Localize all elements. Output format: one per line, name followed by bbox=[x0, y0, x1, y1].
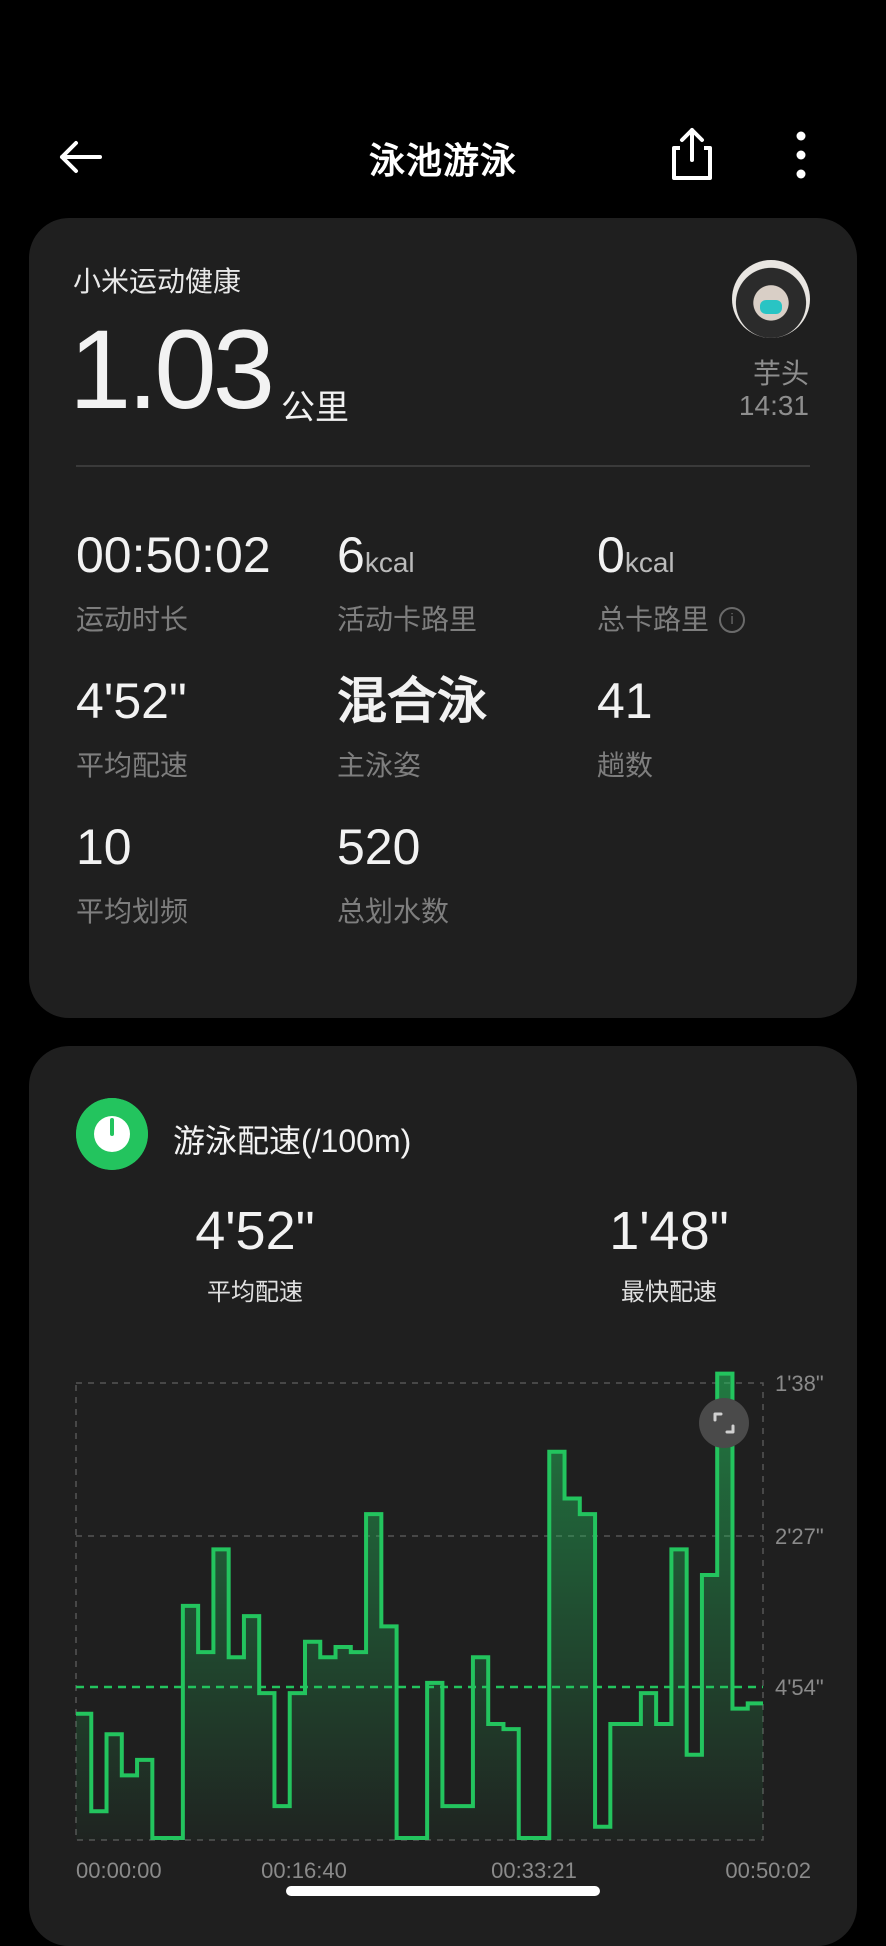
stat-label: 总划水数 bbox=[337, 896, 450, 927]
stat-active-calories: 6kcal 活动卡路里 bbox=[337, 530, 477, 638]
y-tick-label: 4'54" bbox=[775, 1675, 824, 1700]
stat-unit: kcal bbox=[364, 547, 415, 578]
stat-label: 主泳姿 bbox=[337, 750, 422, 781]
x-tick-label: 00:16:40 bbox=[261, 1858, 347, 1883]
top-app-bar: 泳池游泳 bbox=[0, 0, 886, 210]
stat-value: 4'52" bbox=[76, 673, 187, 729]
home-indicator bbox=[286, 1886, 600, 1896]
distance-unit: 公里 bbox=[281, 389, 349, 427]
share-icon[interactable] bbox=[668, 126, 716, 182]
divider bbox=[76, 465, 810, 467]
swim-pace-card: 游泳配速(/100m) 4'52" 平均配速 1'48" 最快配速 1'38" 2… bbox=[29, 1046, 857, 1946]
workout-summary-card: 小米运动健康 1.03 公里 芋头 14:31 00:50:02 运动时长 6k… bbox=[29, 218, 857, 1018]
x-tick-label: 00:33:21 bbox=[491, 1858, 577, 1883]
pace-area bbox=[76, 1373, 763, 1840]
avatar[interactable] bbox=[732, 260, 810, 338]
x-tick-label: 00:00:00 bbox=[76, 1858, 162, 1883]
stat-label: 趟数 bbox=[597, 750, 654, 781]
stat-main-stroke: 混合泳 主泳姿 bbox=[337, 676, 487, 784]
y-tick-label: 2'27" bbox=[775, 1524, 824, 1549]
stat-label: 平均划频 bbox=[76, 896, 189, 927]
expand-icon bbox=[713, 1412, 735, 1434]
stat-total-calories: 0kcal 总卡路里 i bbox=[597, 527, 746, 638]
expand-chart-button[interactable] bbox=[699, 1398, 749, 1448]
info-icon[interactable]: i bbox=[719, 606, 746, 633]
stat-avg-stroke-rate: 10 平均划频 bbox=[76, 822, 188, 930]
stat-value: 10 bbox=[76, 819, 132, 875]
stat-value: 41 bbox=[597, 673, 653, 729]
stat-value: 0 bbox=[597, 527, 625, 583]
stat-laps: 41 趟数 bbox=[597, 676, 653, 784]
pace-chart[interactable]: 1'38" 2'27" 4'54" 00:00:00 00:16:40 00:33:21 0… bbox=[29, 1046, 857, 1946]
stat-label: 活动卡路里 bbox=[337, 604, 478, 635]
distance-value: 1.03 bbox=[69, 307, 275, 432]
stat-avg-pace: 4'52" 平均配速 bbox=[76, 676, 188, 784]
stat-unit: kcal bbox=[624, 547, 675, 578]
y-tick-label: 1'38" bbox=[775, 1371, 824, 1396]
stat-value: 混合泳 bbox=[337, 673, 487, 729]
stat-value: 520 bbox=[337, 819, 421, 875]
stat-duration: 00:50:02 运动时长 bbox=[76, 530, 271, 638]
workout-time: 14:31 bbox=[738, 390, 809, 421]
page-title: 泳池游泳 bbox=[368, 140, 517, 181]
x-tick-label: 00:50:02 bbox=[725, 1858, 811, 1883]
stat-total-strokes: 520 总划水数 bbox=[337, 822, 449, 930]
stat-label: 运动时长 bbox=[76, 604, 189, 635]
user-name: 芋头 bbox=[752, 358, 809, 389]
more-vertical-icon[interactable] bbox=[786, 130, 816, 180]
stat-label: 总卡路里 bbox=[597, 604, 710, 635]
stat-value: 6 bbox=[337, 527, 365, 583]
stat-label: 平均配速 bbox=[76, 750, 189, 781]
stat-value: 00:50:02 bbox=[76, 527, 271, 583]
brand-label: 小米运动健康 bbox=[73, 266, 242, 297]
